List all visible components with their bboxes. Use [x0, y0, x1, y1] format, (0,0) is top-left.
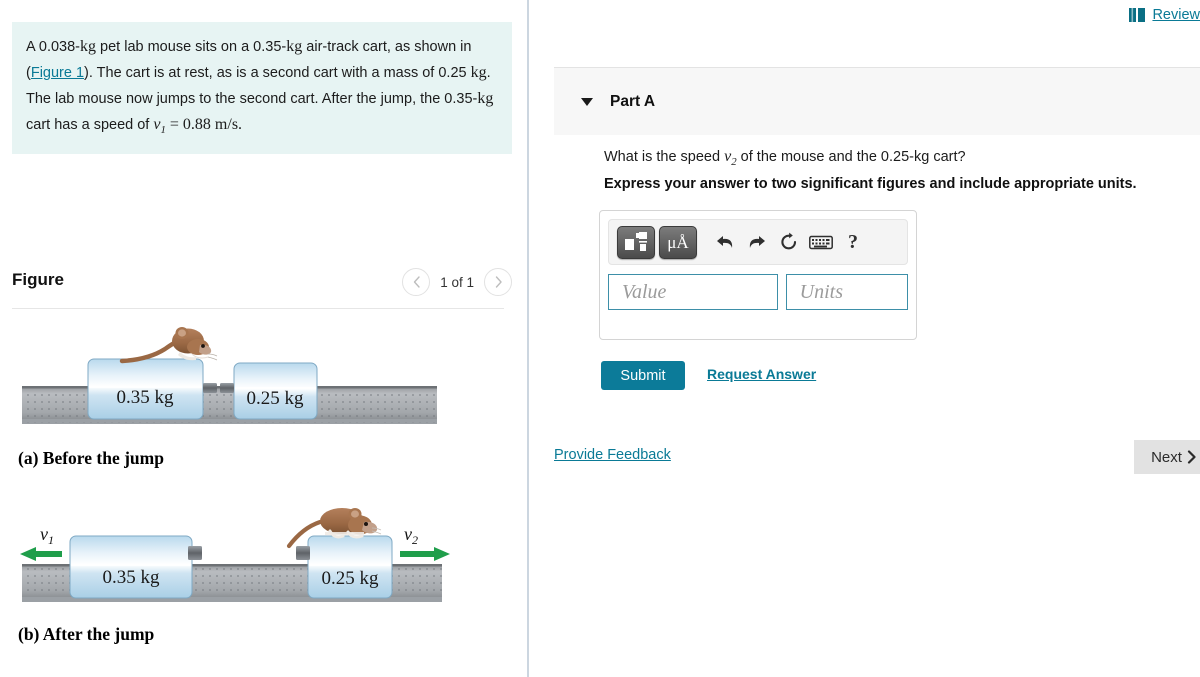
chevron-left-icon: [413, 276, 420, 288]
reset-icon[interactable]: [775, 227, 803, 257]
unit-kg-3: kg: [470, 63, 487, 81]
keyboard-icon[interactable]: [807, 227, 835, 257]
figure-title: Figure: [12, 270, 64, 289]
micro-angstrom-icon[interactable]: μÅ: [659, 225, 697, 259]
problem-text-4: ). The cart is at rest, as is a second c…: [84, 64, 471, 81]
help-icon[interactable]: ?: [839, 227, 867, 257]
velocity-arrow-v1: v1: [20, 524, 62, 561]
review-link[interactable]: Review: [1152, 7, 1200, 23]
reset-glyph: [781, 232, 797, 250]
cart-035-a-label: 0.35 kg: [117, 387, 175, 408]
answer-entry-widget: μÅ ? Value Units: [599, 210, 917, 340]
caret-down-icon[interactable]: [581, 97, 593, 106]
figure-next-button[interactable]: [484, 268, 512, 296]
keyboard-glyph: [809, 235, 833, 249]
cart-025-b: 0.25 kg: [296, 535, 393, 599]
cart-025-a-label: 0.25 kg: [247, 388, 305, 409]
chevron-right-icon: [1187, 450, 1196, 464]
question-pre: What is the speed: [604, 149, 725, 165]
cart-025-b-label: 0.25 kg: [322, 568, 380, 589]
mastering-physics-page: A 0.038-kg pet lab mouse sits on a 0.35-…: [0, 0, 1200, 677]
question-end: cart?: [929, 149, 966, 165]
redo-glyph: [749, 236, 765, 248]
value-placeholder: Value: [622, 280, 667, 303]
cart-035-b: 0.35 kg: [69, 535, 202, 599]
part-a-header[interactable]: Part A: [554, 67, 1200, 135]
question-post: of the mouse and the 0.25-: [736, 149, 914, 165]
figure-1-link[interactable]: Figure 1: [31, 65, 84, 81]
units-placeholder: Units: [799, 280, 843, 303]
diagram-b-caption: (b) After the jump: [18, 624, 155, 644]
unit-kg-2: kg: [286, 38, 303, 55]
figure-divider: [12, 308, 504, 309]
diagram-b: 0.35 kg 0.25 kg v1 v2 (b) After the jump: [18, 508, 450, 644]
figure-page-label: 1 of 1: [440, 274, 474, 290]
diagram-a: 0.35 kg 0.25 kg (a) Before the jump: [18, 327, 437, 468]
left-panel: A 0.038-kg pet lab mouse sits on a 0.35-…: [0, 0, 527, 677]
undo-glyph: [717, 236, 733, 248]
v2-label: v2: [404, 524, 418, 547]
air-track-diagram: 0.35 kg 0.25 kg (a) Before the jump 0.35…: [18, 327, 450, 644]
v1-label: v1: [40, 524, 54, 547]
answer-fields: Value Units: [608, 274, 908, 310]
next-button-label: Next: [1151, 448, 1182, 466]
book-icon: [1129, 8, 1146, 22]
answer-toolbar: μÅ ?: [608, 219, 908, 265]
figure-pager: 1 of 1: [402, 268, 512, 296]
figure-prev-button[interactable]: [402, 268, 431, 296]
question-text: What is the speed v2 of the mouse and th…: [604, 145, 1174, 171]
v1-variable: v1: [153, 115, 166, 136]
submit-button[interactable]: Submit: [601, 361, 685, 390]
value-input[interactable]: Value: [608, 274, 778, 310]
question-unit-kg: kg: [913, 149, 930, 165]
v2-variable: v2: [724, 148, 737, 169]
provide-feedback-link[interactable]: Provide Feedback: [554, 447, 671, 463]
figure-artwork: 0.35 kg 0.25 kg (a) Before the jump 0.35…: [12, 316, 512, 666]
part-a-title: Part A: [610, 92, 656, 110]
request-answer-link[interactable]: Request Answer: [707, 366, 816, 382]
chevron-right-icon: [495, 276, 502, 288]
undo-icon[interactable]: [711, 227, 739, 257]
redo-icon[interactable]: [743, 227, 771, 257]
cart-025-a: 0.25 kg: [220, 362, 318, 420]
answer-instruction: Express your answer to two significant f…: [604, 176, 1137, 192]
cart-035-a: 0.35 kg: [87, 358, 217, 420]
problem-text-1: A 0.038-: [26, 39, 81, 55]
micro-angstrom-label: μÅ: [667, 232, 689, 252]
math-template-glyph: [625, 232, 647, 251]
problem-text-7: = 0.88 m/s.: [165, 115, 243, 133]
unit-kg-1: kg: [80, 38, 97, 55]
review-row[interactable]: Review: [1129, 7, 1200, 23]
diagram-a-caption: (a) Before the jump: [18, 448, 164, 468]
problem-statement: A 0.038-kg pet lab mouse sits on a 0.35-…: [12, 22, 512, 154]
figure-header: Figure 1 of 1: [12, 264, 512, 308]
units-input[interactable]: Units: [785, 274, 908, 310]
next-button[interactable]: Next: [1134, 440, 1200, 474]
velocity-arrow-v2: v2: [400, 524, 450, 561]
problem-text-2: pet lab mouse sits on a 0.35-: [96, 39, 287, 55]
unit-kg-4: kg: [477, 89, 494, 107]
mouse-a: [119, 327, 218, 364]
math-template-icon[interactable]: [617, 225, 655, 259]
right-panel: Review Part A What is the speed v2 of th…: [529, 0, 1200, 677]
problem-text-6: cart has a speed of: [26, 116, 154, 133]
cart-035-b-label: 0.35 kg: [103, 567, 161, 588]
